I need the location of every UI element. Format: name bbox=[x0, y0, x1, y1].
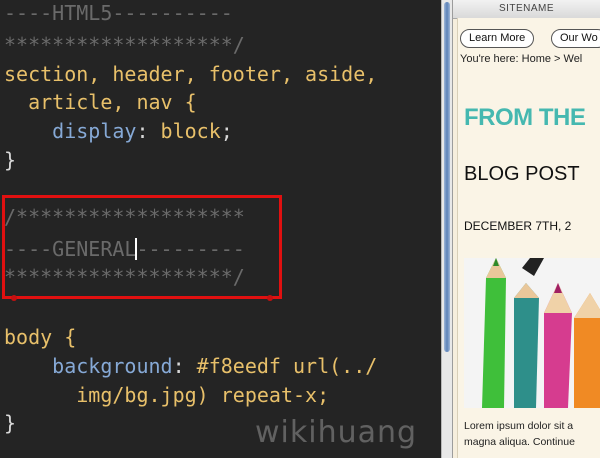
code-line-comment-close: *******************/ bbox=[4, 33, 245, 57]
colored-pencils-image bbox=[464, 258, 600, 408]
selector-text: article, nav { bbox=[4, 90, 197, 114]
code-line-close-brace-2: } bbox=[4, 411, 17, 435]
banner-heading: FROM THE bbox=[464, 104, 586, 131]
post-date: DECEMBER 7TH, 2 bbox=[464, 219, 572, 233]
browser-preview: SITENAME Learn More Our Wo You're here: … bbox=[453, 0, 600, 458]
code-line-html5-comment: ----HTML5---------- bbox=[4, 1, 233, 25]
code-line-background-cont: img/bg.jpg) repeat-x; bbox=[4, 383, 330, 407]
colon: : bbox=[136, 119, 161, 143]
semicolon: ; bbox=[220, 119, 233, 143]
value-background: #f8eedf url(../ bbox=[196, 354, 378, 378]
page-content: Learn More Our Wo You're here: Home > We… bbox=[457, 18, 600, 458]
watermark-text: wikihuang bbox=[255, 415, 418, 450]
code-line-selector: section, header, footer, aside, bbox=[4, 62, 378, 86]
property-background: background bbox=[4, 354, 173, 378]
breadcrumb: You're here: Home > Wel bbox=[460, 53, 583, 65]
pencils-illustration bbox=[464, 258, 600, 408]
code-line-display: display: block; bbox=[4, 118, 233, 144]
post-excerpt: Lorem ipsum dolor sit a magna aliqua. Co… bbox=[464, 418, 600, 450]
code-line-selector-cont: article, nav { bbox=[4, 89, 197, 115]
value-block: block bbox=[160, 119, 221, 143]
highlight-box bbox=[2, 195, 282, 301]
body-selector: body { bbox=[4, 325, 77, 349]
code-line-body: body { bbox=[4, 324, 76, 350]
excerpt-line-2: magna aliqua. Continue bbox=[464, 436, 575, 448]
colon: : bbox=[172, 354, 197, 378]
code-editor[interactable]: ----HTML5---------- *******************/… bbox=[0, 0, 441, 458]
box-handle-left bbox=[11, 295, 17, 301]
code-line-close-brace: } bbox=[4, 148, 17, 172]
learn-more-button[interactable]: Learn More bbox=[460, 29, 535, 48]
excerpt-line-1: Lorem ipsum dolor sit a bbox=[464, 420, 574, 432]
box-handle-right bbox=[267, 295, 273, 301]
property-display: display bbox=[4, 119, 137, 143]
scrollbar-thumb[interactable] bbox=[444, 2, 450, 352]
code-line-background: background: #f8eedf url(../ bbox=[4, 353, 377, 379]
our-work-button[interactable]: Our Wo bbox=[551, 29, 600, 48]
blog-post-title[interactable]: BLOG POST bbox=[464, 163, 580, 186]
vertical-scrollbar[interactable] bbox=[441, 0, 453, 458]
window-title: SITENAME bbox=[453, 0, 600, 19]
